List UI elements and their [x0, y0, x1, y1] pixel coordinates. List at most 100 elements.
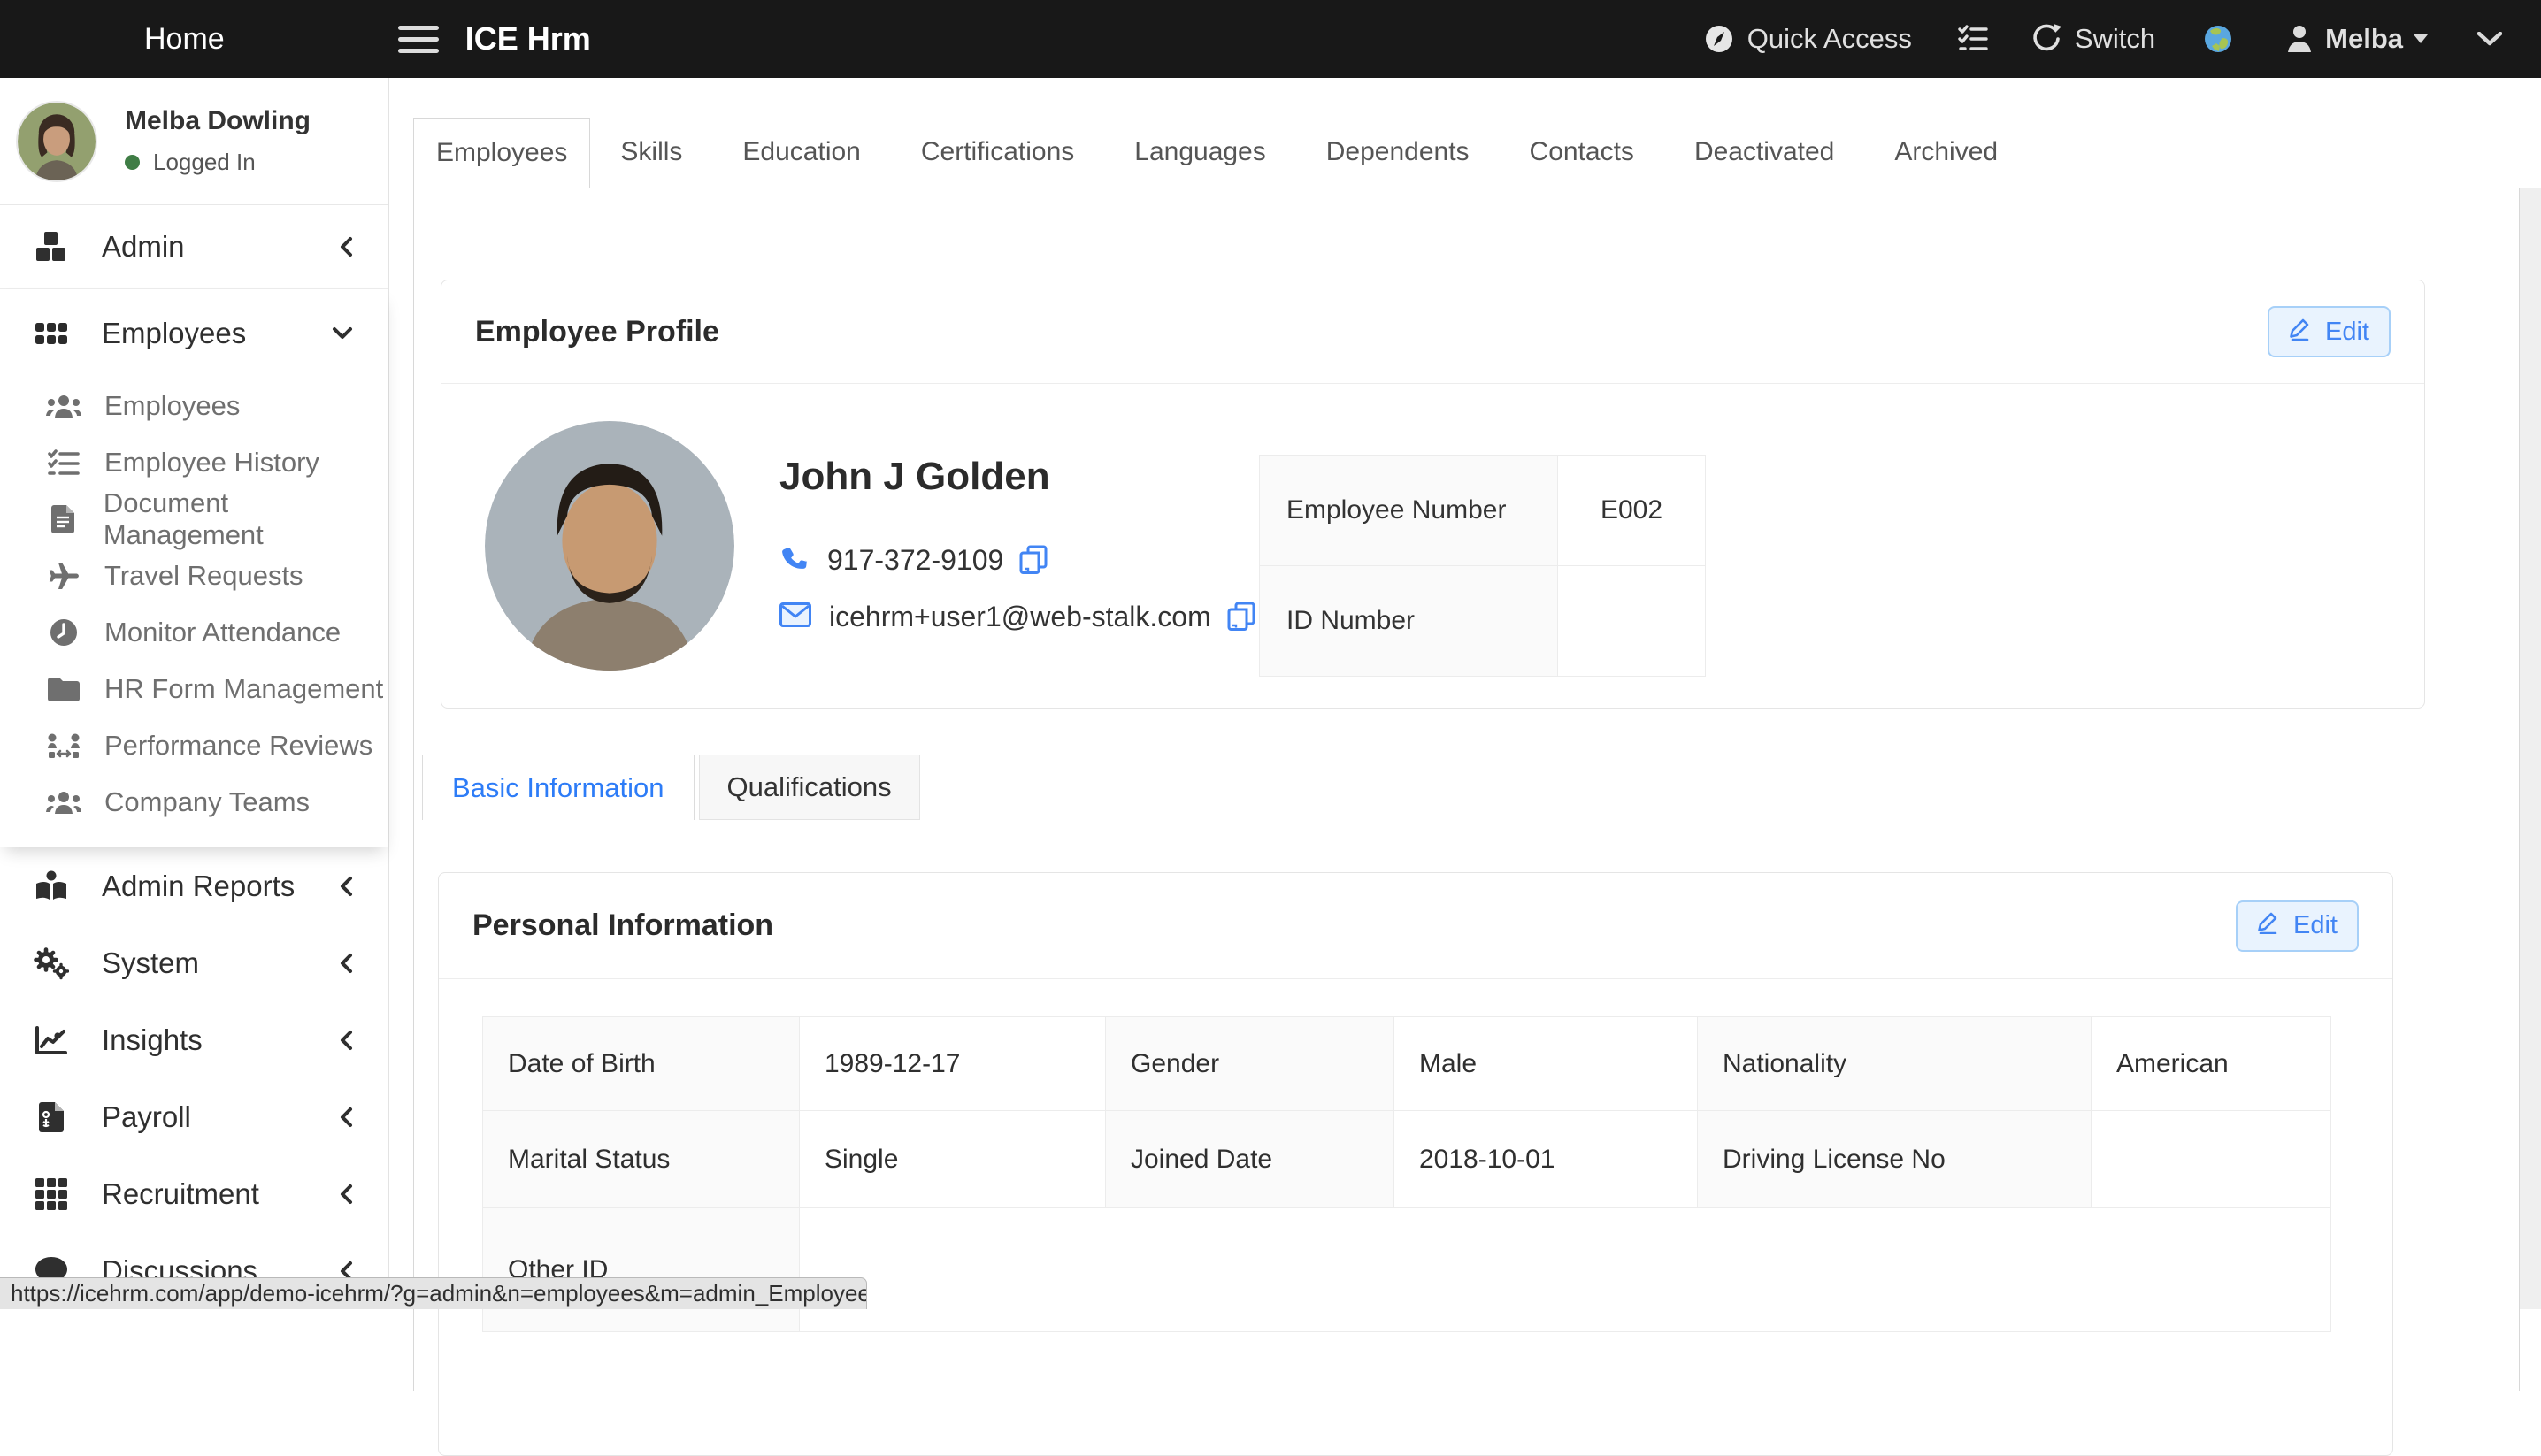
compass-icon [1703, 23, 1735, 55]
hamburger-icon[interactable] [398, 26, 439, 53]
phone-icon [779, 543, 810, 578]
tab-archived[interactable]: Archived [1864, 118, 2028, 188]
switch-button[interactable]: Switch [2030, 23, 2155, 55]
sidebar-item-label: Monitor Attendance [104, 617, 341, 648]
copy-icon[interactable] [1227, 602, 1255, 632]
chevron-down-icon [332, 326, 353, 341]
chevron-left-icon [339, 1030, 353, 1051]
sidebar-item-label: Employees [104, 390, 240, 422]
sidebar-group-label: Payroll [102, 1100, 191, 1134]
sidebar-group-label: System [102, 946, 199, 980]
sidebar-item-employee-history[interactable]: Employee History [0, 434, 388, 491]
sidebar-item-employees[interactable]: Employees [0, 378, 388, 434]
employee-name: John J Golden [779, 455, 1255, 499]
caret-down-icon [2414, 34, 2428, 43]
user-menu-label: Melba [2325, 23, 2403, 55]
home-link[interactable]: Home [144, 22, 225, 57]
sidebar-item-travel-requests[interactable]: Travel Requests [0, 548, 388, 604]
quick-access-button[interactable]: Quick Access [1703, 23, 1912, 55]
field-label: Date of Birth [483, 1017, 800, 1111]
module-tabs: Employees Skills Education Certification… [413, 118, 2028, 188]
tab-deactivated[interactable]: Deactivated [1664, 118, 1864, 188]
payroll-file-icon [33, 1102, 70, 1132]
chevron-left-icon [339, 1107, 353, 1128]
sidebar-item-label: HR Form Management [104, 673, 383, 705]
grid-icon [33, 321, 70, 346]
sidebar-item-monitor-attendance[interactable]: Monitor Attendance [0, 604, 388, 661]
sidebar-item-performance-reviews[interactable]: Performance Reviews [0, 717, 388, 774]
chevron-left-icon [339, 953, 353, 974]
sidebar-item-document-management[interactable]: Document Management [0, 491, 388, 548]
field-label: Employee Number [1260, 456, 1558, 566]
table-row: ID Number [1260, 566, 1706, 677]
sidebar-group-label: Employees [102, 317, 246, 350]
book-reader-icon [33, 870, 70, 902]
user-menu[interactable]: Melba [2286, 23, 2428, 55]
field-label: Other ID [483, 1208, 800, 1332]
sidebar-item-hr-form-management[interactable]: HR Form Management [0, 661, 388, 717]
sidebar-group-admin[interactable]: Admin [0, 205, 388, 289]
topbar-actions: Quick Access Switch [1703, 22, 2502, 56]
edit-button-label: Edit [2325, 318, 2369, 347]
gears-icon [33, 946, 70, 980]
sidebar-group-system[interactable]: System [0, 924, 388, 1001]
subtab-basic-information[interactable]: Basic Information [422, 755, 695, 820]
link-preview-status-bar: https://icehrm.com/app/demo-icehrm/?g=ad… [0, 1277, 867, 1309]
tab-dependents[interactable]: Dependents [1296, 118, 1500, 188]
tasks-button[interactable] [1958, 24, 1988, 54]
sidebar-group-admin-reports[interactable]: Admin Reports [0, 847, 388, 924]
chart-line-icon [33, 1025, 70, 1055]
sidebar-group-insights[interactable]: Insights [0, 1001, 388, 1078]
sidebar-group-payroll[interactable]: Payroll [0, 1078, 388, 1155]
subtab-qualifications[interactable]: Qualifications [699, 755, 920, 820]
chevron-left-icon [339, 236, 353, 257]
sidebar-item-label: Performance Reviews [104, 730, 372, 762]
language-globe-button[interactable] [2201, 22, 2235, 56]
email-row: icehrm+user1@web-stalk.com [779, 598, 1255, 635]
phone-row: 917-372-9109 [779, 541, 1255, 579]
tab-employees[interactable]: Employees [413, 118, 590, 188]
tab-contacts[interactable]: Contacts [1500, 118, 1664, 188]
sidebar-item-label: Travel Requests [104, 560, 303, 592]
tab-education[interactable]: Education [712, 118, 890, 188]
employee-photo [485, 421, 734, 671]
sidebar: Melba Dowling Logged In Admin Employees [0, 78, 389, 1309]
sidebar-group-employees[interactable]: Employees [0, 289, 388, 378]
tab-certifications[interactable]: Certifications [891, 118, 1104, 188]
chevron-down-icon [2477, 32, 2502, 46]
chevron-left-icon [339, 876, 353, 897]
edit-personal-information-button[interactable]: Edit [2236, 900, 2359, 952]
table-row: Other ID [483, 1208, 2331, 1332]
edit-button-label: Edit [2293, 911, 2338, 940]
status-label: Logged In [153, 149, 256, 176]
field-value: American [2092, 1017, 2331, 1111]
logged-in-user-name: Melba Dowling [125, 106, 311, 136]
field-value: 1989-12-17 [800, 1017, 1106, 1111]
edit-profile-button[interactable]: Edit [2268, 306, 2391, 357]
sidebar-group-recruitment[interactable]: Recruitment [0, 1155, 388, 1232]
app-brand[interactable]: ICE Hrm [465, 20, 591, 57]
field-value [1558, 566, 1706, 677]
personal-information-card: Personal Information Edit Date of Birth [438, 872, 2393, 1456]
sidebar-item-company-teams[interactable]: Company Teams [0, 774, 388, 831]
sidebar-item-label: Company Teams [104, 786, 310, 818]
table-row: Date of Birth 1989-12-17 Gender Male Nat… [483, 1017, 2331, 1111]
clock-icon [44, 618, 83, 647]
user-icon [2286, 25, 2313, 53]
people-arrows-icon [44, 732, 83, 759]
collapse-header-button[interactable] [2477, 32, 2502, 46]
copy-icon[interactable] [1019, 545, 1048, 575]
tab-languages[interactable]: Languages [1104, 118, 1295, 188]
sidebar-item-label: Employee History [104, 447, 319, 479]
field-label: Marital Status [483, 1111, 800, 1208]
users-icon [44, 394, 83, 418]
card-title: Personal Information [472, 908, 773, 943]
tab-content-panel: Employee Profile Edit [413, 188, 2520, 1391]
switch-label: Switch [2075, 23, 2155, 55]
sidebar-group-label: Admin [102, 230, 185, 264]
sidebar-group-employees-expanded: Employees Employees Employee History [0, 289, 388, 847]
field-label: ID Number [1260, 566, 1558, 677]
tab-skills[interactable]: Skills [590, 118, 712, 188]
employee-phone: 917-372-9109 [827, 544, 1003, 577]
globe-icon [2201, 22, 2235, 56]
